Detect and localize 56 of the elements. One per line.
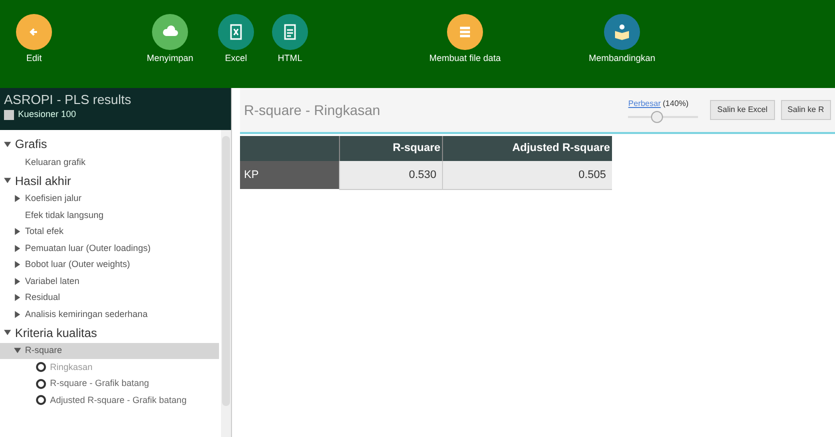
person-book-icon — [604, 14, 640, 50]
collapsed-caret-icon[interactable] — [14, 244, 21, 252]
tree-item-label[interactable]: Efek tidak langsung — [25, 208, 104, 222]
tree-item-label[interactable]: Hasil akhir — [15, 172, 72, 190]
tree-item-label[interactable]: Kriteria kualitas — [15, 324, 98, 342]
scrollbar[interactable] — [221, 130, 231, 437]
tree-item-label[interactable]: R-square — [25, 344, 62, 358]
column-header: R-square — [339, 136, 443, 161]
expanded-caret-icon[interactable] — [14, 347, 21, 354]
collapsed-caret-icon[interactable] — [14, 261, 21, 268]
tree-item-label[interactable]: Pemuatan luar (Outer loadings) — [25, 242, 151, 255]
collapsed-caret-icon[interactable] — [14, 310, 21, 318]
tree-item-label[interactable]: Total efek — [25, 225, 64, 238]
tree-item-label[interactable]: Keluaran grafik — [25, 156, 86, 169]
toolbar-button[interactable]: Menyimpan — [140, 14, 200, 66]
tree-item-label[interactable]: Grafis — [15, 135, 48, 153]
tree-item-label[interactable]: Analisis kemiringan sederhana — [25, 308, 148, 321]
radio-icon — [36, 395, 46, 406]
collapsed-caret-icon[interactable] — [14, 278, 21, 285]
tree-item-label[interactable]: Adjusted R-square - Grafik batang — [50, 394, 187, 407]
spreadsheet-file-icon — [218, 14, 254, 50]
table-cell: 0.530 — [339, 161, 443, 189]
expanded-caret-icon[interactable] — [4, 140, 11, 148]
toolbar-button[interactable]: Edit — [4, 14, 64, 66]
zoom-link[interactable]: Perbesar — [628, 98, 661, 110]
project-name: Kuesioner 100 — [18, 108, 76, 121]
slider-thumb[interactable] — [651, 110, 664, 122]
expanded-caret-icon[interactable] — [4, 329, 11, 336]
document-file-icon — [272, 14, 308, 50]
copy-button[interactable]: Salin ke R — [780, 100, 831, 120]
table-cell: 0.505 — [442, 161, 612, 189]
scrollbar-thumb[interactable] — [222, 136, 230, 406]
tree-item-label[interactable]: Variabel laten — [25, 274, 80, 288]
radio-icon — [36, 362, 46, 372]
zoom-reading: (140%) — [662, 98, 689, 110]
list-icon — [447, 14, 483, 50]
collapsed-caret-icon[interactable] — [14, 294, 21, 302]
tree-item-label[interactable]: Bobot luar (Outer weights) — [25, 258, 130, 272]
zoom-slider[interactable] — [628, 110, 698, 122]
row-header: KP — [240, 161, 340, 189]
tree-item-label[interactable]: Residual — [25, 291, 60, 304]
collapsed-caret-icon[interactable] — [14, 195, 21, 202]
table-icon — [4, 110, 14, 120]
toolbar-button[interactable]: Membandingkan — [562, 14, 682, 66]
column-header: Adjusted R-square — [442, 136, 612, 161]
panel-title: R-square - Ringkasan — [244, 100, 382, 120]
expanded-caret-icon[interactable] — [4, 177, 11, 184]
tree-item-label[interactable]: R-square - Grafik batang — [50, 377, 150, 390]
selected-tree-row[interactable]: R-square — [0, 342, 219, 359]
tree-item-label[interactable]: Koefisien jalur — [25, 192, 82, 206]
toolbar-button[interactable]: Membuat file data — [405, 14, 525, 66]
collapsed-caret-icon[interactable] — [14, 228, 21, 236]
sidebar-title: ASROPI - PLS results — [4, 91, 132, 108]
copy-button[interactable]: Salin ke Excel — [710, 100, 775, 120]
radio-icon — [36, 378, 46, 389]
cloud-icon — [152, 14, 188, 50]
